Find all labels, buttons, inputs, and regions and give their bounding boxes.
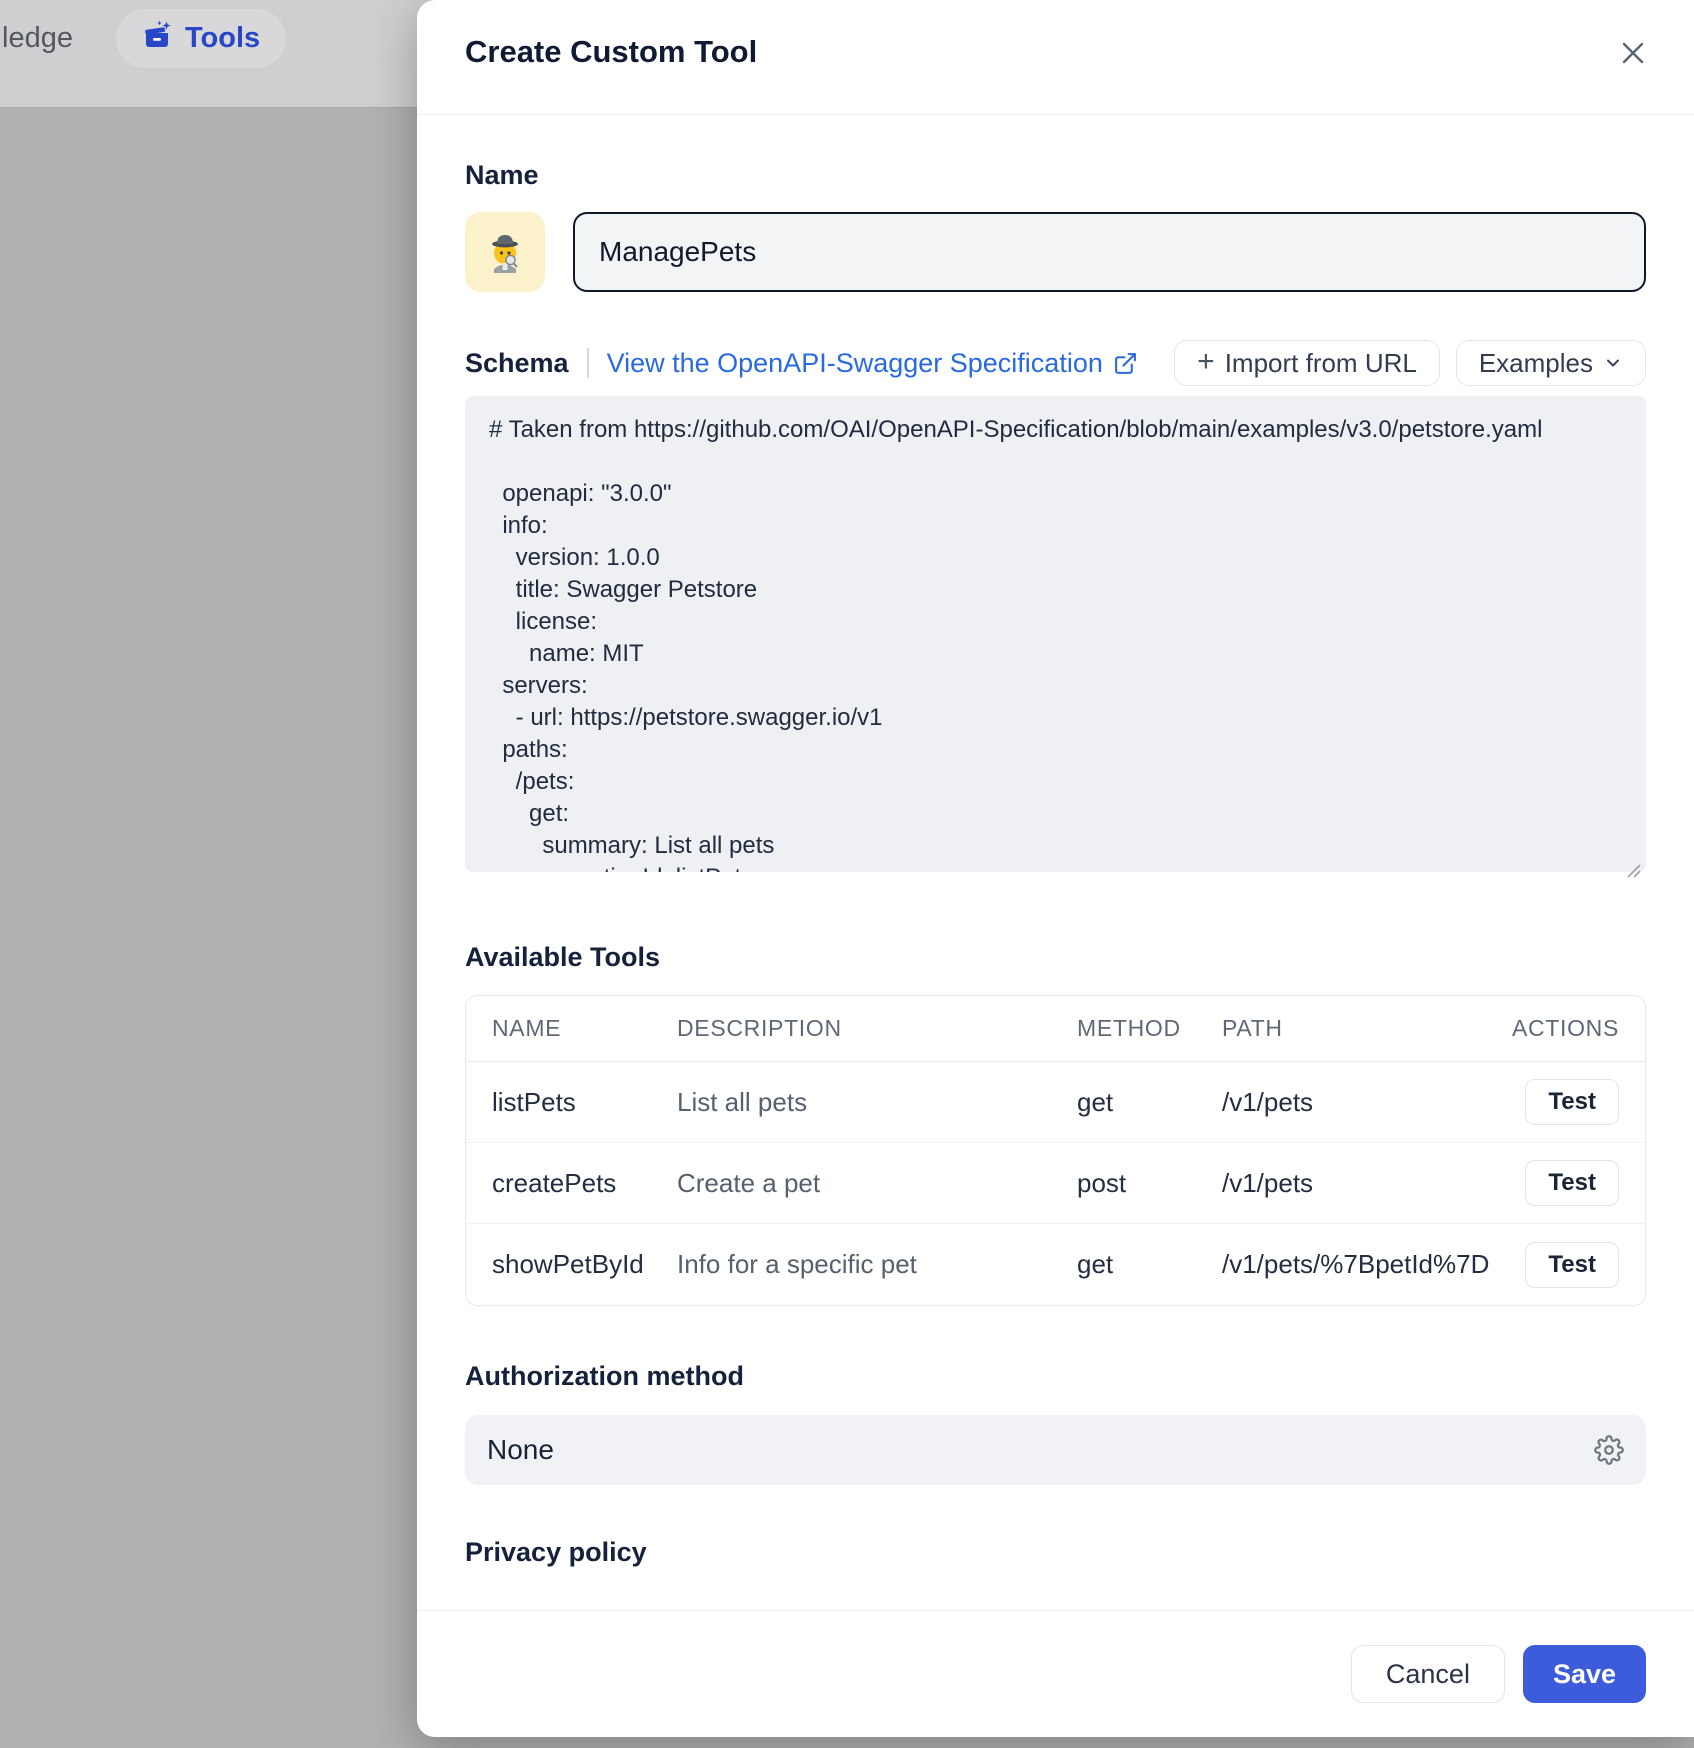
test-button[interactable]: Test: [1525, 1242, 1619, 1288]
table-header-row: NAME DESCRIPTION METHOD PATH ACTIONS: [466, 996, 1645, 1062]
divider: [587, 348, 589, 378]
table-row: listPets List all pets get /v1/pets Test: [466, 1062, 1645, 1143]
tool-name: listPets: [492, 1087, 677, 1118]
col-actions: ACTIONS: [1502, 1015, 1619, 1042]
close-button[interactable]: [1616, 36, 1650, 70]
tool-path: /v1/pets: [1222, 1087, 1502, 1118]
resize-handle-icon[interactable]: [1624, 861, 1642, 879]
authorization-heading: Authorization method: [465, 1361, 1646, 1392]
authorization-settings-button[interactable]: [1594, 1435, 1624, 1465]
authorization-method-field[interactable]: None: [465, 1415, 1646, 1485]
test-button[interactable]: Test: [1525, 1079, 1619, 1125]
tool-name-input[interactable]: [573, 212, 1646, 292]
name-row: [465, 212, 1646, 292]
modal-footer: Cancel Save: [417, 1610, 1694, 1737]
tool-description: Create a pet: [677, 1168, 1077, 1199]
col-description: DESCRIPTION: [677, 1015, 1077, 1042]
import-from-url-button[interactable]: + Import from URL: [1174, 340, 1440, 386]
tool-name: createPets: [492, 1168, 677, 1199]
tool-description: Info for a specific pet: [677, 1249, 1077, 1280]
examples-label: Examples: [1479, 348, 1593, 379]
test-button[interactable]: Test: [1525, 1160, 1619, 1206]
gear-icon: [1594, 1435, 1624, 1465]
external-link-icon: [1113, 351, 1138, 376]
modal-body: Name Schema View t: [417, 160, 1694, 1568]
name-label: Name: [465, 160, 1646, 191]
tool-name: showPetById: [492, 1249, 677, 1280]
privacy-policy-heading: Privacy policy: [465, 1537, 1646, 1568]
col-name: NAME: [492, 1015, 677, 1042]
toolbox-icon: [142, 20, 172, 58]
chevron-down-icon: [1603, 353, 1623, 373]
openapi-spec-link[interactable]: View the OpenAPI-Swagger Specification: [607, 348, 1138, 379]
schema-label: Schema: [465, 348, 569, 379]
import-from-url-label: Import from URL: [1225, 348, 1417, 379]
openapi-spec-link-label: View the OpenAPI-Swagger Specification: [607, 348, 1103, 379]
tool-path: /v1/pets/%7BpetId%7D: [1222, 1249, 1502, 1280]
tool-method: post: [1077, 1168, 1222, 1199]
table-row: createPets Create a pet post /v1/pets Te…: [466, 1143, 1645, 1224]
schema-editor[interactable]: # Taken from https://github.com/OAI/Open…: [465, 396, 1646, 872]
detective-emoji-icon: [482, 229, 528, 275]
tool-method: get: [1077, 1249, 1222, 1280]
schema-actions: + Import from URL Examples: [1174, 340, 1646, 386]
schema-row: Schema View the OpenAPI-Swagger Specific…: [465, 340, 1646, 386]
table-row: showPetById Info for a specific pet get …: [466, 1224, 1645, 1305]
available-tools-heading: Available Tools: [465, 942, 1646, 973]
plus-icon: +: [1197, 347, 1215, 377]
examples-dropdown[interactable]: Examples: [1456, 340, 1646, 386]
available-tools-table: NAME DESCRIPTION METHOD PATH ACTIONS lis…: [465, 995, 1646, 1306]
tool-emoji-picker[interactable]: [465, 212, 545, 292]
close-icon: [1619, 39, 1647, 67]
save-button[interactable]: Save: [1523, 1645, 1646, 1703]
tab-knowledge[interactable]: ledge: [2, 22, 73, 55]
create-custom-tool-modal: Create Custom Tool Name: [417, 0, 1694, 1737]
modal-title: Create Custom Tool: [465, 34, 1646, 70]
modal-header: Create Custom Tool: [417, 0, 1694, 115]
col-method: METHOD: [1077, 1015, 1222, 1042]
tab-tools[interactable]: Tools: [116, 9, 286, 68]
tab-tools-label: Tools: [185, 22, 260, 55]
col-path: PATH: [1222, 1015, 1502, 1042]
tool-description: List all pets: [677, 1087, 1077, 1118]
cancel-button[interactable]: Cancel: [1351, 1645, 1505, 1703]
authorization-method-value: None: [487, 1434, 554, 1466]
tool-path: /v1/pets: [1222, 1168, 1502, 1199]
tool-method: get: [1077, 1087, 1222, 1118]
